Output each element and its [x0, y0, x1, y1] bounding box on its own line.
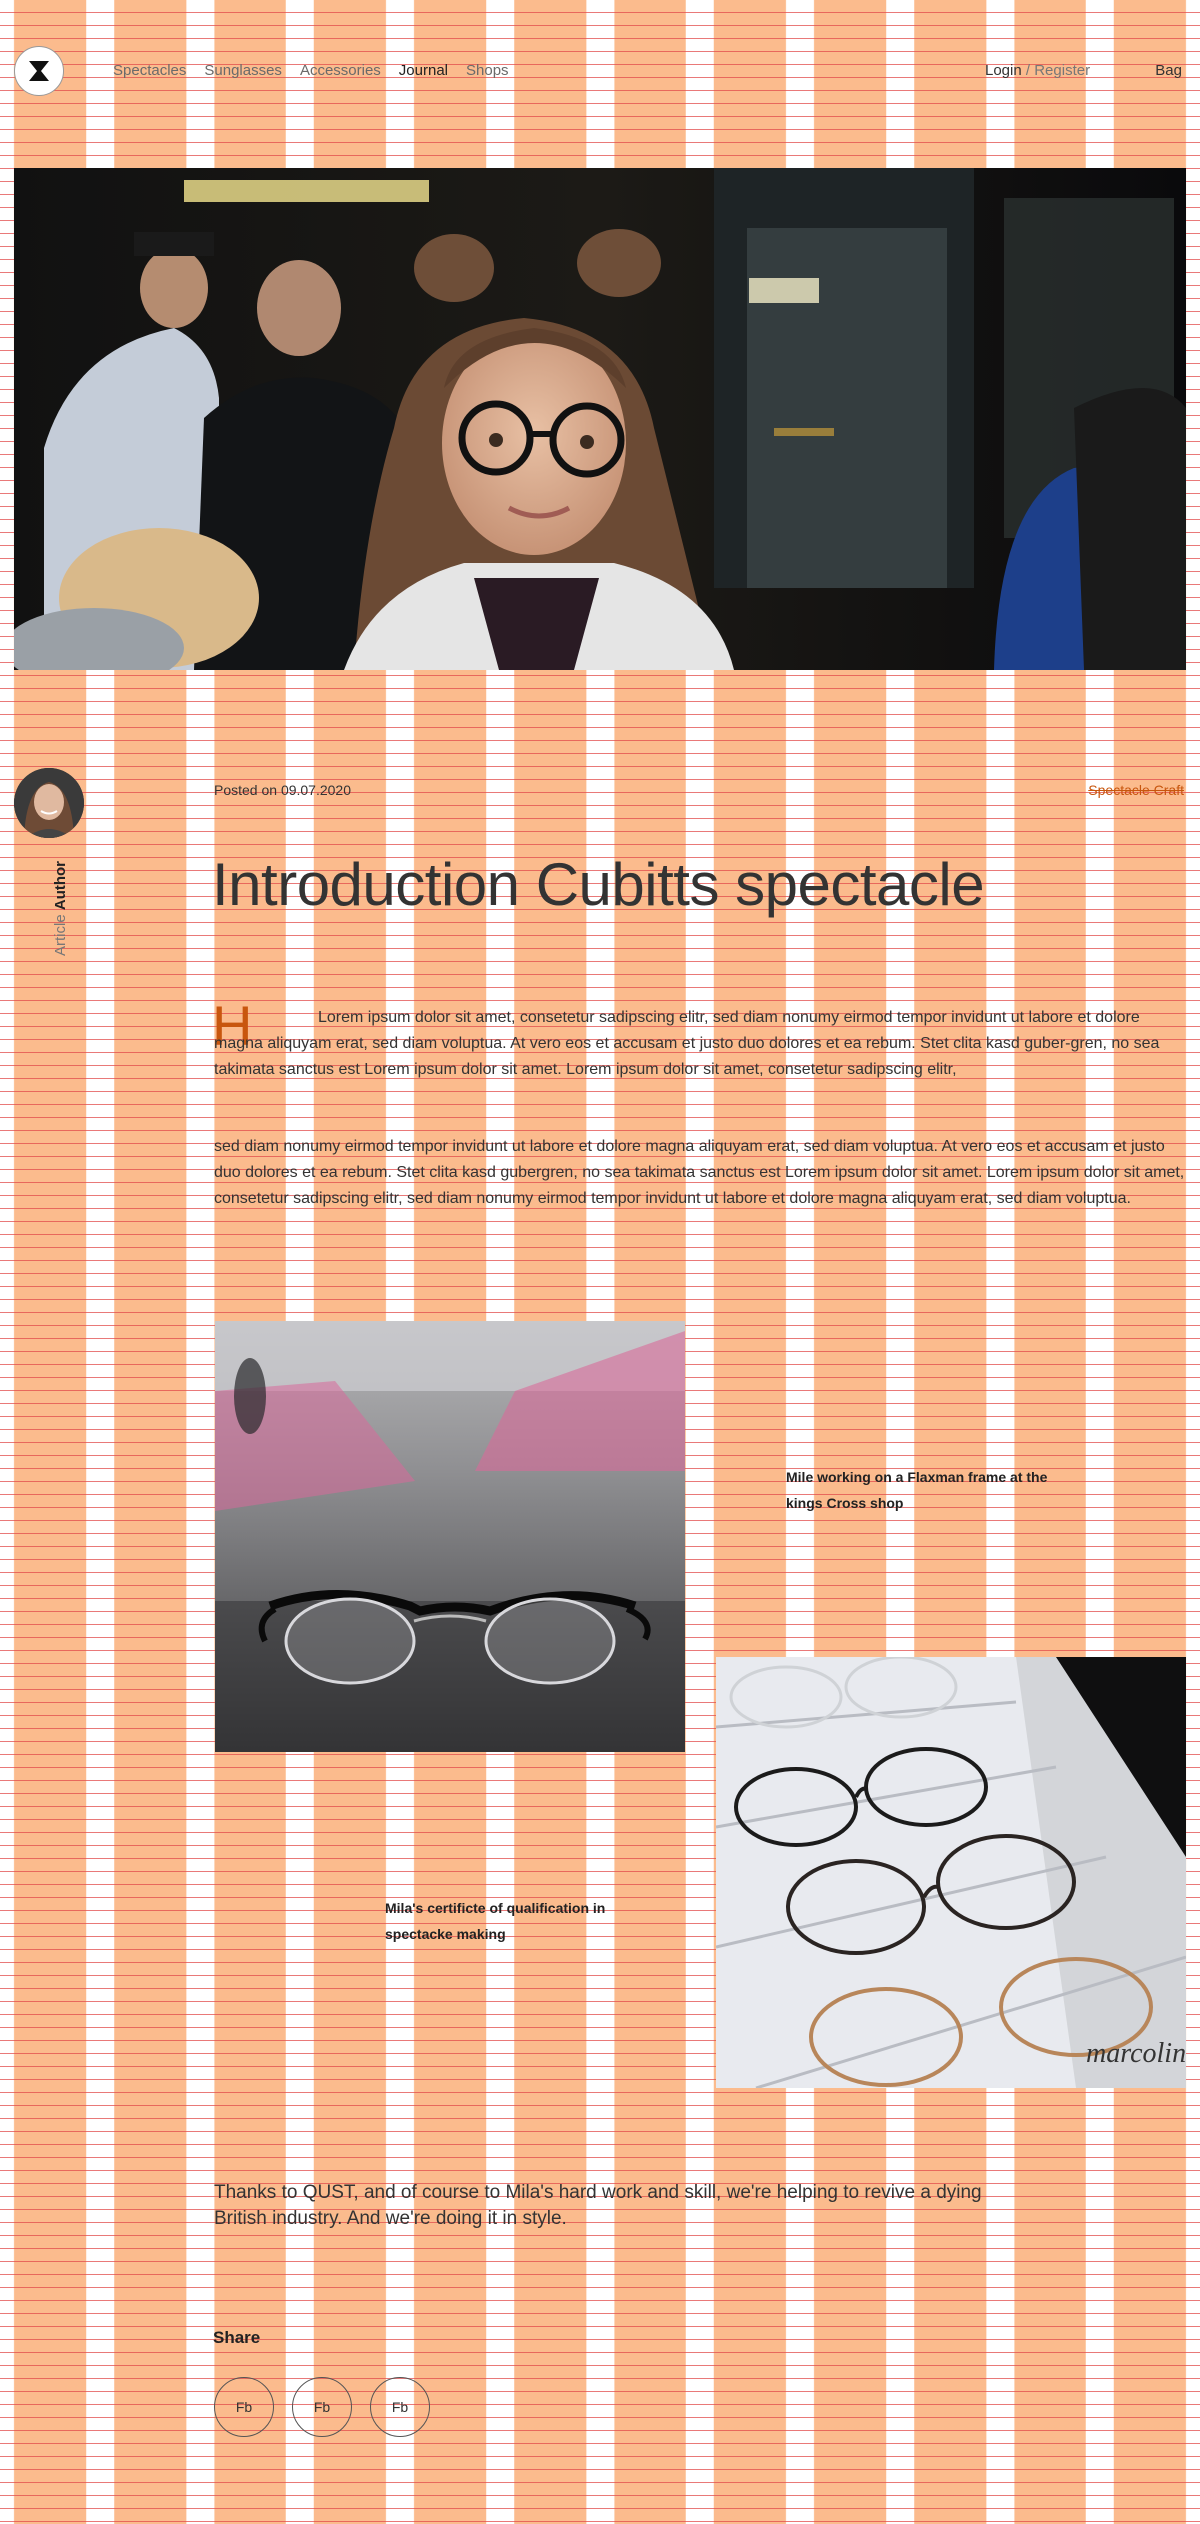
svg-text:marcolin: marcolin: [1086, 2038, 1186, 2069]
author-avatar[interactable]: [14, 768, 84, 838]
post-date: Posted on 09.07.2020: [214, 782, 352, 798]
nav-journal[interactable]: Journal: [399, 62, 448, 79]
register-link[interactable]: Register: [1034, 62, 1090, 79]
glasses-on-road-image: [215, 1321, 685, 1752]
image-caption-1: Mile working on a Flaxman frame at the k…: [786, 1469, 1048, 1511]
brand-logo-icon[interactable]: [14, 46, 64, 96]
body-paragraph-1: Lorem ipsum dolor sit amet, consetetur s…: [214, 1009, 1160, 1078]
body-paragraph-2: sed diam nonumy eirmod tempor invidunt u…: [214, 1138, 1185, 1207]
nav-accessories[interactable]: Accessories: [300, 62, 381, 79]
author-label: Article Author: [52, 861, 69, 956]
image-caption-2: Mila's certificte of qualification in sp…: [385, 1900, 606, 1942]
main-nav: Spectacles Sunglasses Accessories Journa…: [113, 62, 509, 79]
nav-sunglasses[interactable]: Sunglasses: [204, 62, 282, 79]
closing-paragraph: Thanks to QUST, and of course to Mila's …: [214, 2182, 982, 2229]
share-buttons: Fb Fb Fb: [214, 2377, 430, 2437]
nav-spectacles[interactable]: Spectacles: [113, 62, 186, 79]
share-label: Share: [213, 2328, 261, 2347]
share-facebook-button[interactable]: Fb: [370, 2377, 430, 2437]
glasses-display-image: marcolin: [716, 1657, 1186, 2088]
share-facebook-button[interactable]: Fb: [214, 2377, 274, 2437]
login-link[interactable]: Login: [985, 62, 1022, 79]
author-label-key: Article: [52, 914, 69, 956]
nav-shops[interactable]: Shops: [466, 62, 509, 79]
author-label-value[interactable]: Author: [52, 861, 69, 910]
article-title: Introduction Cubitts spectacle: [212, 851, 985, 918]
auth-separator: /: [1025, 62, 1031, 79]
hero-image: [14, 168, 1186, 670]
site-header: Spectacles Sunglasses Accessories Journa…: [0, 0, 1200, 140]
auth-links: Login / Register: [985, 62, 1090, 79]
category-link[interactable]: Spectacle Craft: [1088, 782, 1184, 798]
bag-link[interactable]: Bag: [1155, 62, 1182, 79]
share-facebook-button[interactable]: Fb: [292, 2377, 352, 2437]
